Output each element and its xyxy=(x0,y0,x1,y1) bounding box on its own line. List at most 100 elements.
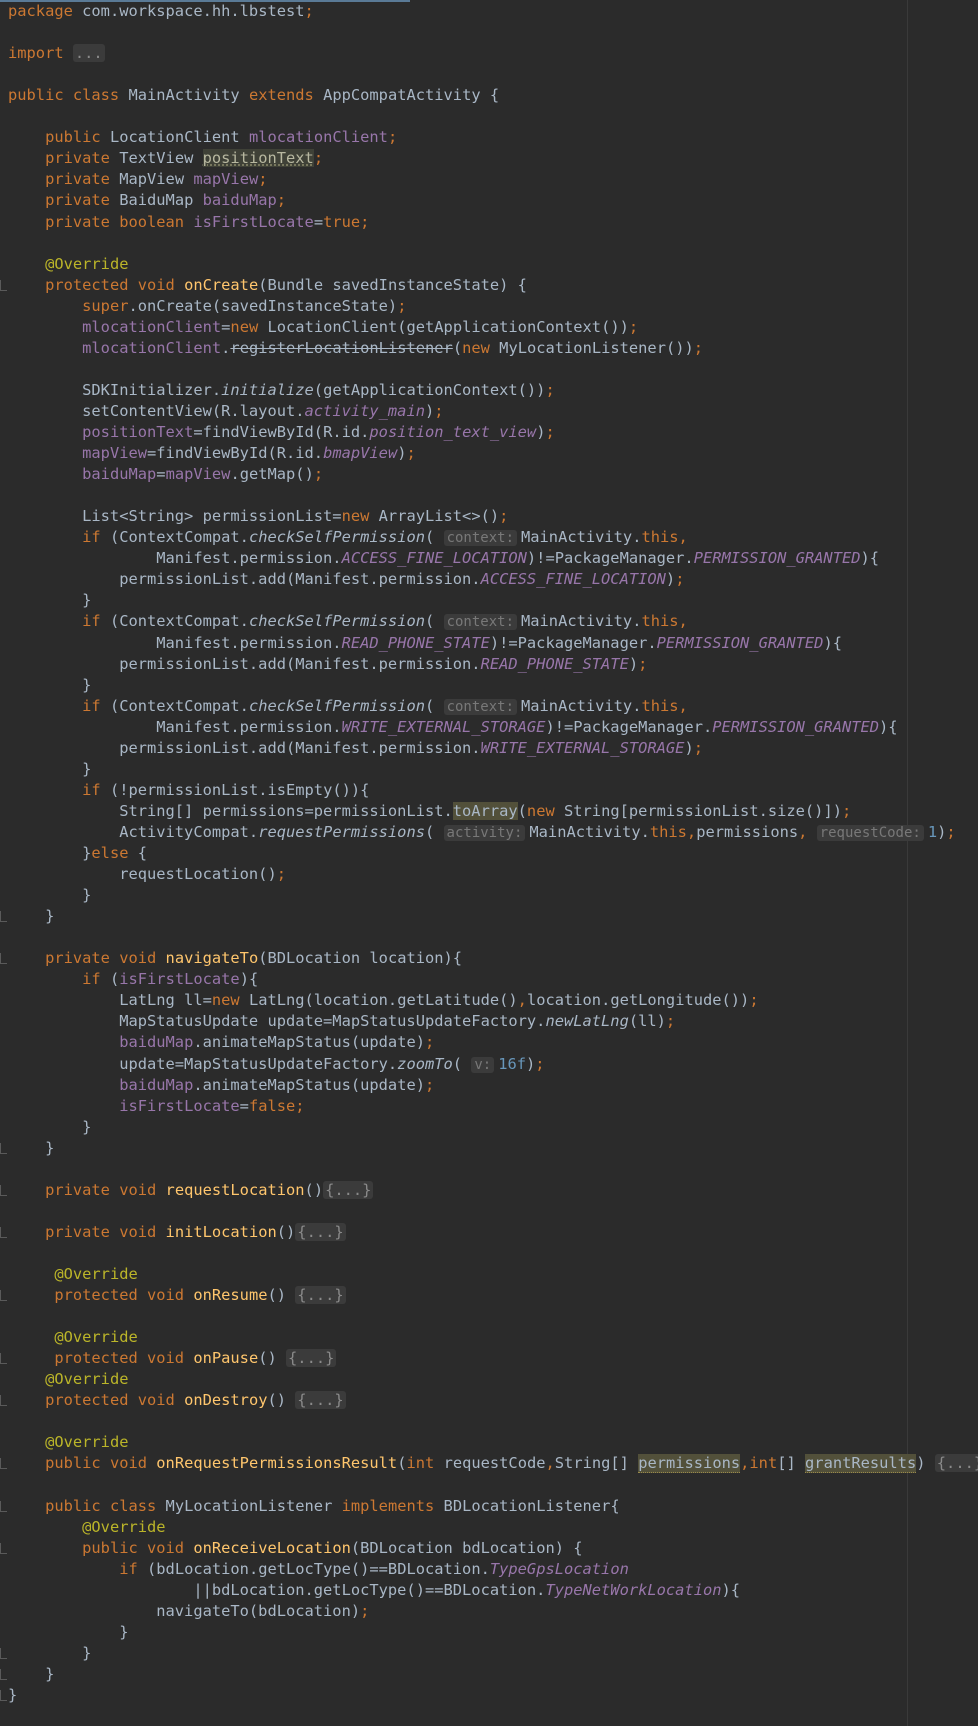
code-line[interactable]: navigateTo(bdLocation); xyxy=(0,1601,905,1622)
fold-marker-icon[interactable] xyxy=(0,953,7,965)
code-line[interactable] xyxy=(0,1411,905,1432)
code-line[interactable] xyxy=(0,64,905,85)
code-line[interactable]: LatLng ll=new LatLng(location.getLatitud… xyxy=(0,990,905,1011)
code-line[interactable]: SDKInitializer.initialize(getApplication… xyxy=(0,380,905,401)
code-line[interactable] xyxy=(0,1201,905,1222)
code-line[interactable]: String[] permissions=permissionList.toAr… xyxy=(0,801,905,822)
code-line[interactable] xyxy=(0,1475,905,1496)
fold-marker-icon[interactable] xyxy=(0,1458,7,1470)
code-line[interactable]: List<String> permissionList=new ArrayLis… xyxy=(0,506,905,527)
code-line[interactable]: private TextView positionText; xyxy=(0,148,905,169)
code-line[interactable]: baiduMap=mapView.getMap(); xyxy=(0,464,905,485)
fold-marker-icon[interactable] xyxy=(0,279,7,291)
fold-marker-icon[interactable] xyxy=(0,1353,7,1365)
code-line[interactable]: if (ContextCompat.checkSelfPermission( c… xyxy=(0,696,905,717)
code-line[interactable]: mlocationClient=new LocationClient(getAp… xyxy=(0,317,905,338)
code-line[interactable] xyxy=(0,1243,905,1264)
folded-code-region[interactable]: {...} xyxy=(323,1180,374,1199)
code-line[interactable]: @Override xyxy=(0,254,905,275)
code-line[interactable]: isFirstLocate=false; xyxy=(0,1096,905,1117)
code-line[interactable]: } xyxy=(0,675,905,696)
code-line[interactable]: mapView=findViewById(R.id.bmapView); xyxy=(0,443,905,464)
code-line[interactable]: package com.workspace.hh.lbstest; xyxy=(0,1,905,22)
code-line[interactable]: permissionList.add(Manifest.permission.A… xyxy=(0,569,905,590)
fold-marker-icon[interactable] xyxy=(0,1690,7,1701)
code-line[interactable]: ActivityCompat.requestPermissions( activ… xyxy=(0,822,956,843)
code-line[interactable]: if (isFirstLocate){ xyxy=(0,969,905,990)
code-line[interactable]: baiduMap.animateMapStatus(update); xyxy=(0,1032,905,1053)
code-line[interactable]: } xyxy=(0,1138,905,1159)
code-line[interactable]: if (ContextCompat.checkSelfPermission( c… xyxy=(0,611,905,632)
code-line[interactable]: } xyxy=(0,906,905,927)
code-line[interactable]: @Override xyxy=(0,1517,905,1538)
code-line[interactable] xyxy=(0,485,905,506)
folded-code-region[interactable]: {...} xyxy=(295,1222,346,1241)
code-line[interactable]: ||bdLocation.getLocType()==BDLocation.Ty… xyxy=(0,1580,905,1601)
fold-marker-icon[interactable] xyxy=(0,1290,7,1302)
code-line[interactable]: requestLocation(); xyxy=(0,864,905,885)
code-line[interactable] xyxy=(0,1306,905,1327)
code-line[interactable]: } xyxy=(0,1685,905,1706)
code-line[interactable]: } xyxy=(0,590,905,611)
code-line[interactable]: import ... xyxy=(0,43,905,64)
code-line[interactable]: }else { xyxy=(0,843,905,864)
code-line[interactable]: } xyxy=(0,1643,905,1664)
code-line[interactable]: mlocationClient.registerLocationListener… xyxy=(0,338,905,359)
code-line[interactable]: update=MapStatusUpdateFactory.zoomTo( v:… xyxy=(0,1054,905,1075)
code-line[interactable]: protected void onCreate(Bundle savedInst… xyxy=(0,275,905,296)
code-line[interactable]: Manifest.permission.READ_PHONE_STATE)!=P… xyxy=(0,633,905,654)
code-line[interactable]: positionText=findViewById(R.id.position_… xyxy=(0,422,905,443)
code-line[interactable]: protected void onDestroy() {...} xyxy=(0,1390,905,1411)
code-line[interactable]: if (ContextCompat.checkSelfPermission( c… xyxy=(0,527,905,548)
code-line[interactable]: public LocationClient mlocationClient; xyxy=(0,127,905,148)
code-line[interactable]: @Override xyxy=(0,1327,905,1348)
code-line[interactable] xyxy=(0,359,905,380)
code-line[interactable] xyxy=(0,927,905,948)
code-line[interactable]: permissionList.add(Manifest.permission.R… xyxy=(0,654,905,675)
code-line[interactable]: @Override xyxy=(0,1264,905,1285)
code-line[interactable]: private void navigateTo(BDLocation locat… xyxy=(0,948,905,969)
code-line[interactable]: private BaiduMap baiduMap; xyxy=(0,190,905,211)
code-line[interactable]: if (!permissionList.isEmpty()){ xyxy=(0,780,905,801)
code-line[interactable]: } xyxy=(0,1622,905,1643)
fold-marker-icon[interactable] xyxy=(0,1668,7,1680)
code-line[interactable]: baiduMap.animateMapStatus(update); xyxy=(0,1075,905,1096)
code-line[interactable]: @Override xyxy=(0,1432,905,1453)
fold-marker-icon[interactable] xyxy=(0,1226,7,1238)
fold-marker-icon[interactable] xyxy=(0,1395,7,1407)
code-line[interactable] xyxy=(0,106,905,127)
code-line[interactable]: Manifest.permission.WRITE_EXTERNAL_STORA… xyxy=(0,717,905,738)
code-line[interactable]: Manifest.permission.ACCESS_FINE_LOCATION… xyxy=(0,548,905,569)
code-line[interactable]: permissionList.add(Manifest.permission.W… xyxy=(0,738,905,759)
folded-code-region[interactable]: {...} xyxy=(934,1454,978,1473)
code-line[interactable]: @Override xyxy=(0,1369,905,1390)
fold-marker-icon[interactable] xyxy=(0,1142,7,1154)
code-line[interactable]: private void initLocation() {...} xyxy=(0,1222,905,1243)
code-line[interactable]: } xyxy=(0,1117,905,1138)
code-line[interactable] xyxy=(0,1159,905,1180)
code-line[interactable]: if (bdLocation.getLocType()==BDLocation.… xyxy=(0,1559,905,1580)
folded-code-region[interactable]: ... xyxy=(72,44,105,63)
fold-marker-icon[interactable] xyxy=(0,911,7,923)
code-line[interactable]: super.onCreate(savedInstanceState); xyxy=(0,296,905,317)
code-line[interactable] xyxy=(0,233,905,254)
folded-code-region[interactable]: {...} xyxy=(286,1349,337,1368)
code-line[interactable]: private void requestLocation() {...} xyxy=(0,1180,905,1201)
code-line[interactable]: public void onRequestPermissionsResult(i… xyxy=(0,1453,978,1474)
fold-marker-icon[interactable] xyxy=(0,1500,7,1512)
code-line[interactable]: public class MyLocationListener implemen… xyxy=(0,1496,905,1517)
code-line[interactable]: private boolean isFirstLocate=true; xyxy=(0,212,905,233)
fold-marker-icon[interactable] xyxy=(0,1542,7,1554)
code-line[interactable]: } xyxy=(0,1664,905,1685)
folded-code-region[interactable]: {...} xyxy=(295,1391,346,1410)
code-line[interactable]: private MapView mapView; xyxy=(0,169,905,190)
code-editor[interactable]: package com.workspace.hh.lbstest; import … xyxy=(0,0,978,1726)
code-line[interactable] xyxy=(0,22,905,43)
code-line[interactable]: protected void onPause() {...} xyxy=(0,1348,905,1369)
code-line[interactable]: setContentView(R.layout.activity_main); xyxy=(0,401,905,422)
code-line[interactable]: MapStatusUpdate update=MapStatusUpdateFa… xyxy=(0,1011,905,1032)
folded-code-region[interactable]: {...} xyxy=(295,1286,346,1305)
code-line[interactable]: } xyxy=(0,885,905,906)
fold-marker-icon[interactable] xyxy=(0,1647,7,1659)
code-line[interactable]: } xyxy=(0,759,905,780)
